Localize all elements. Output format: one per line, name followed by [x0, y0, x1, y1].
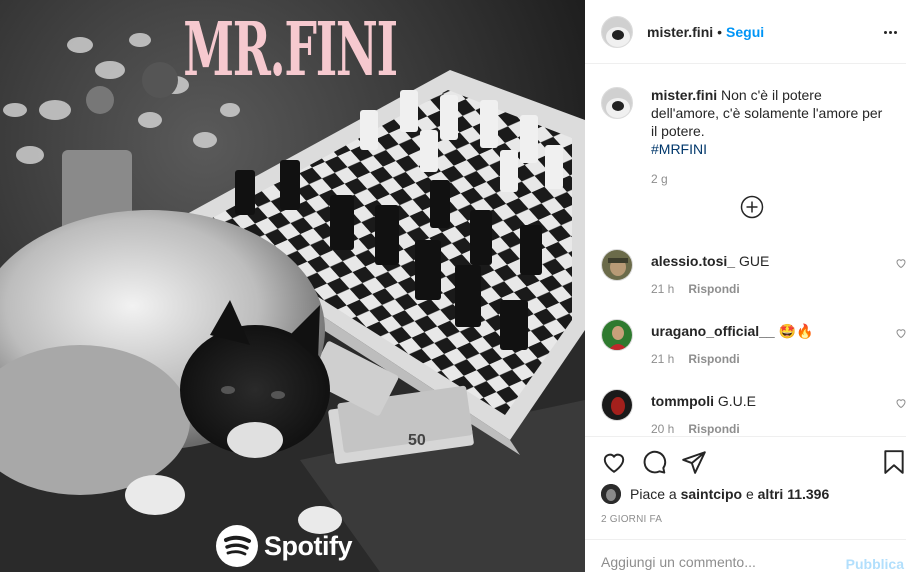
- follow-button[interactable]: Segui: [726, 24, 764, 40]
- author-username[interactable]: mister.fini: [647, 24, 713, 40]
- share-icon[interactable]: [681, 449, 707, 475]
- comment-item: tommpoli G.U.E 20 h Rispondi: [601, 389, 906, 436]
- publish-button[interactable]: Pubblica: [846, 556, 904, 572]
- heart-icon[interactable]: [895, 327, 906, 339]
- post-side-panel: mister.fini • Segui mister.fini Non c'è …: [585, 0, 906, 572]
- comment-item: uragano_official__ 🤩🔥 21 h Rispondi: [601, 319, 906, 366]
- comment-item: alessio.tosi_ GUE 21 h Rispondi: [601, 249, 906, 296]
- banknote-value: 50: [408, 432, 426, 449]
- commenter-avatar[interactable]: [601, 389, 633, 421]
- likes-prefix: Piace a: [630, 486, 677, 502]
- more-options-icon[interactable]: [880, 22, 900, 42]
- heart-icon[interactable]: [895, 397, 906, 409]
- comment-text: 🤩🔥: [778, 323, 814, 339]
- reply-button[interactable]: Rispondi: [688, 352, 739, 366]
- caption-time[interactable]: 2 g: [651, 172, 891, 186]
- post-header: mister.fini • Segui: [585, 0, 906, 64]
- commenter-avatar[interactable]: [601, 249, 633, 281]
- add-comment-bar: Pubblica: [585, 539, 906, 572]
- liker-username[interactable]: saintcipo: [681, 486, 742, 502]
- comment-username[interactable]: uragano_official__: [651, 323, 775, 339]
- reply-button[interactable]: Rispondi: [688, 282, 739, 296]
- comment-input[interactable]: [601, 554, 841, 570]
- likes-summary[interactable]: Piace a saintcipo e altri 11.396: [601, 484, 829, 504]
- liker-avatar: [601, 484, 621, 504]
- comment-username[interactable]: tommpoli: [651, 393, 714, 409]
- bookmark-icon[interactable]: [881, 449, 906, 475]
- comment-time[interactable]: 21 h: [651, 352, 674, 366]
- spotify-icon: [216, 525, 258, 567]
- spotify-wordmark: Spotify: [264, 530, 353, 561]
- caption-hashtag[interactable]: #MRFINI: [651, 141, 707, 157]
- header-separator: •: [717, 23, 723, 40]
- post-image[interactable]: 50 MR.FINI Spotify: [0, 0, 585, 572]
- plus-circle-icon[interactable]: [740, 195, 764, 219]
- caption-username[interactable]: mister.fini: [651, 87, 717, 103]
- comment-text: G.U.E: [717, 393, 757, 409]
- comment-icon[interactable]: [641, 449, 667, 475]
- spotify-badge: Spotify: [216, 524, 353, 568]
- likes-middle: e: [745, 486, 754, 502]
- comments-list[interactable]: mister.fini Non c'è il potere dell'amore…: [585, 65, 906, 436]
- action-bar: [585, 436, 906, 484]
- author-avatar[interactable]: [601, 15, 633, 48]
- reply-button[interactable]: Rispondi: [688, 422, 739, 436]
- caption-avatar[interactable]: [601, 87, 633, 119]
- comment-username[interactable]: alessio.tosi_: [651, 253, 735, 269]
- post-caption: mister.fini Non c'è il potere dell'amore…: [601, 86, 891, 186]
- heart-icon[interactable]: [895, 257, 906, 269]
- comment-time[interactable]: 20 h: [651, 422, 674, 436]
- comment-text: GUE: [738, 253, 770, 269]
- heart-icon[interactable]: [601, 449, 627, 475]
- comment-time[interactable]: 21 h: [651, 282, 674, 296]
- post-date[interactable]: 2 GIORNI FA: [601, 514, 662, 525]
- likes-count[interactable]: altri 11.396: [758, 486, 830, 502]
- commenter-avatar[interactable]: [601, 319, 633, 351]
- album-title: MR.FINI: [183, 7, 398, 93]
